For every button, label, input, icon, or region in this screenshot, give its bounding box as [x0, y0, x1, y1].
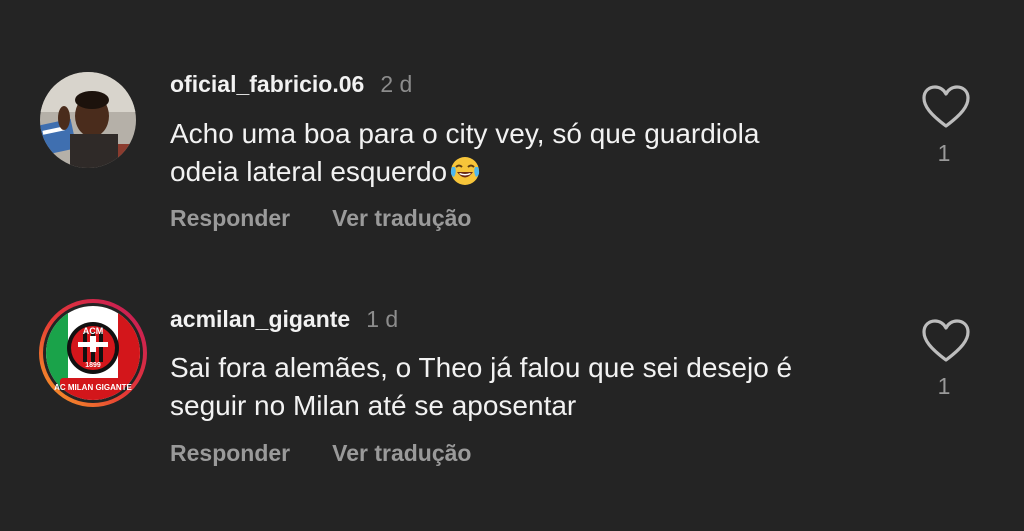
comment-text: Sai fora alemães, o Theo já falou que se… [170, 349, 890, 425]
like-count: 1 [937, 373, 951, 399]
reply-button[interactable]: Responder [170, 205, 290, 232]
comment-text-line: Sai fora alemães, o Theo já falou que se… [170, 352, 793, 383]
comment-text-line: seguir no Milan até se aposentar [170, 390, 577, 421]
comment-actions: Responder Ver tradução [170, 440, 471, 467]
username[interactable]: acmilan_gigante [170, 306, 350, 333]
see-translation-button[interactable]: Ver tradução [332, 440, 471, 467]
timestamp: 1 d [366, 305, 399, 332]
comment-item: ACM 1899 AC MILAN GIGANTE acmilan_gigant… [0, 0, 1024, 466]
comment-actions: Responder Ver tradução [170, 205, 471, 232]
see-translation-button[interactable]: Ver tradução [332, 205, 471, 232]
comment-header: acmilan_gigante 1 d [170, 304, 398, 334]
avatar-badge-text: ACM [83, 326, 104, 336]
heart-icon[interactable] [920, 318, 972, 364]
avatar-logo-text: AC MILAN GIGANTE [54, 383, 132, 392]
reply-button[interactable]: Responder [170, 440, 290, 467]
avatar[interactable]: ACM 1899 AC MILAN GIGANTE [38, 298, 148, 408]
comments-screen: oficial_fabricio.06 2 d Acho uma boa par… [0, 0, 1024, 531]
avatar-year: 1899 [85, 362, 101, 369]
